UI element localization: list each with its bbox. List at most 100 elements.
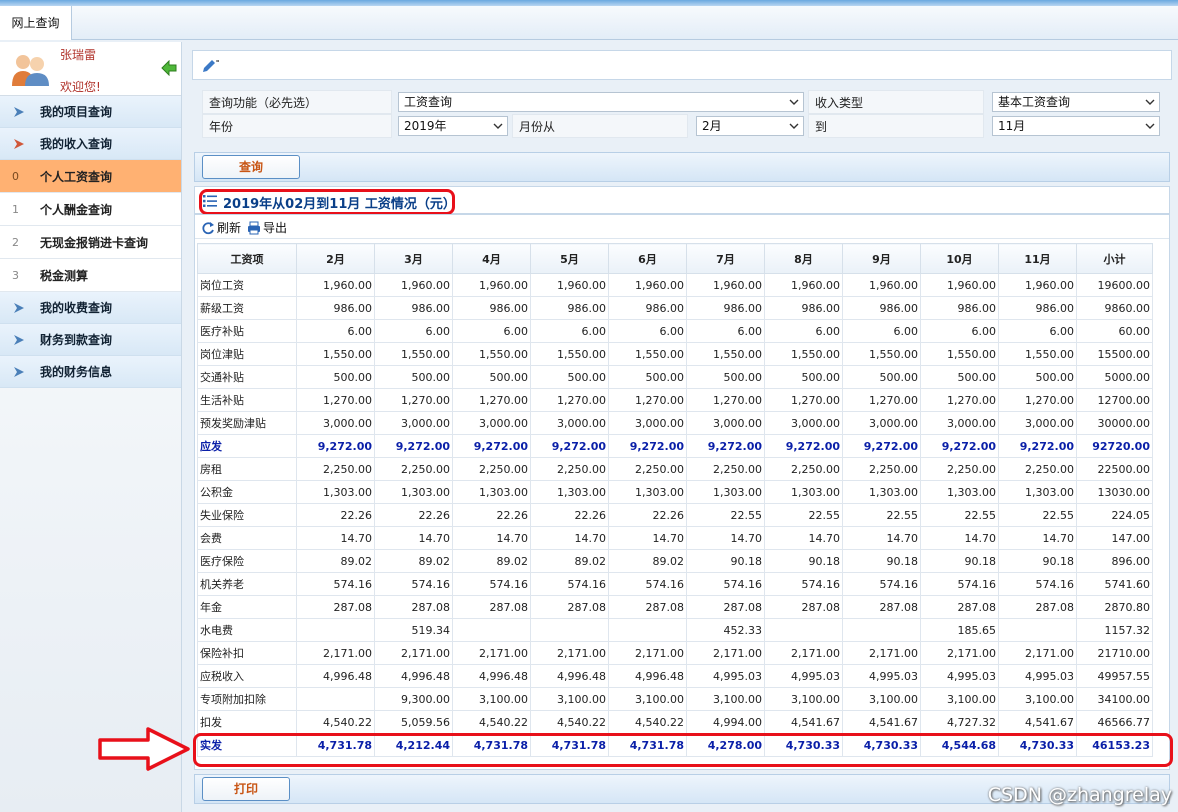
table-row[interactable]: 保险补扣 2,171.00 2,171.00 2,171.00 2,171.00 2,17… [197, 641, 1153, 665]
column-header[interactable]: 8月 [764, 243, 843, 274]
table-body: 岗位工资 1,960.00 1,960.00 1,960.00 1,960.00 1,96… [197, 273, 1153, 757]
nav-list: 我的项目查询 我的收入查询 0 个人工资查询 1 个人酬金查询 2 无现金报销进卡查询 3 税金测… [0, 96, 181, 388]
table-cell: 4,995.03 [842, 664, 921, 688]
print-button[interactable]: 打印 [202, 777, 290, 801]
table-cell: 4,540.22 [452, 710, 531, 734]
table-cell: 986.00 [452, 296, 531, 320]
table-cell: 22.26 [530, 503, 609, 527]
column-header[interactable]: 小计 [1076, 243, 1153, 274]
table-cell: 4,996.48 [296, 664, 375, 688]
table-row[interactable]: 扣发 4,540.22 5,059.56 4,540.22 4,540.22 4,540.… [197, 710, 1153, 734]
column-header[interactable]: 11月 [998, 243, 1077, 274]
table-row[interactable]: 水电费 519.34 452.33 185.65 1157.32 [197, 618, 1153, 642]
table-cell: 500.00 [998, 365, 1077, 389]
table-row[interactable]: 会费 14.70 14.70 14.70 14.70 14.70 14.70 14.70 14.… [197, 526, 1153, 550]
table-row[interactable]: 交通补贴 500.00 500.00 500.00 500.00 500.00 500.00… [197, 365, 1153, 389]
column-header[interactable]: 4月 [452, 243, 531, 274]
form-row-period: 年份 2019年 月份从 2月 到 11月 [202, 114, 1162, 138]
table-row[interactable]: 岗位工资 1,960.00 1,960.00 1,960.00 1,960.00 1,96… [197, 273, 1153, 297]
table-cell: 22.26 [296, 503, 375, 527]
table-row[interactable]: 医疗保险 89.02 89.02 89.02 89.02 89.02 90.18 90.18 9… [197, 549, 1153, 573]
table-row[interactable]: 预发奖励津贴 3,000.00 3,000.00 3,000.00 3,000.00 3,… [197, 411, 1153, 435]
table-cell: 9,272.00 [998, 434, 1077, 458]
table-row[interactable]: 公积金 1,303.00 1,303.00 1,303.00 1,303.00 1,303… [197, 480, 1153, 504]
table-cell: 22.55 [920, 503, 999, 527]
table-cell: 2,171.00 [764, 641, 843, 665]
table-cell: 2,250.00 [842, 457, 921, 481]
export-button[interactable]: 导出 [247, 219, 287, 236]
table-cell: 287.08 [764, 595, 843, 619]
row-item-name: 专项附加扣除 [197, 687, 297, 711]
table-cell: 986.00 [764, 296, 843, 320]
table-cell: 1,960.00 [530, 273, 609, 297]
column-header[interactable]: 2月 [296, 243, 375, 274]
table-cell: 287.08 [920, 595, 999, 619]
column-header[interactable]: 7月 [686, 243, 765, 274]
sidebar-sub-item-label: 个人工资查询 [40, 169, 113, 184]
table-cell: 3,000.00 [608, 411, 687, 435]
table-cell: 519.34 [374, 618, 453, 642]
table-cell: 500.00 [296, 365, 375, 389]
table-cell: 2,250.00 [608, 457, 687, 481]
income-type-select[interactable]: 基本工资查询 [992, 92, 1160, 112]
table-row[interactable]: 专项附加扣除 9,300.00 3,100.00 3,100.00 3,100.00 3,… [197, 687, 1153, 711]
sidebar-nav-item[interactable]: 我的收费查询 [0, 292, 181, 324]
column-header[interactable]: 9月 [842, 243, 921, 274]
table-cell: 185.65 [920, 618, 999, 642]
pencil-icon[interactable] [201, 58, 219, 74]
sidebar-nav-item[interactable]: 我的收入查询 [0, 128, 181, 160]
table-row[interactable]: 失业保险 22.26 22.26 22.26 22.26 22.26 22.55 22.55 2… [197, 503, 1153, 527]
sidebar-nav-item[interactable]: 财务到款查询 [0, 324, 181, 356]
table-row[interactable]: 应税收入 4,996.48 4,996.48 4,996.48 4,996.48 4,99… [197, 664, 1153, 688]
table-row[interactable]: 薪级工资 986.00 986.00 986.00 986.00 986.00 986.00… [197, 296, 1153, 320]
table-cell: 147.00 [1076, 526, 1153, 550]
table-cell: 90.18 [686, 549, 765, 573]
sidebar-sub-item-number: 0 [12, 169, 19, 183]
user-name: 张瑞雷 [60, 48, 97, 62]
table-cell: 986.00 [374, 296, 453, 320]
table-row[interactable]: 医疗补贴 6.00 6.00 6.00 6.00 6.00 6.00 6.00 6.00 6.00… [197, 319, 1153, 343]
table-row[interactable]: 机关养老 574.16 574.16 574.16 574.16 574.16 574.16… [197, 572, 1153, 596]
function-select[interactable]: 工资查询 [398, 92, 804, 112]
table-cell: 986.00 [686, 296, 765, 320]
row-item-name: 扣发 [197, 710, 297, 734]
table-cell: 1,303.00 [296, 480, 375, 504]
table-cell: 2,171.00 [374, 641, 453, 665]
table-cell: 1,270.00 [452, 388, 531, 412]
sidebar-sub-item[interactable]: 1 个人酬金查询 [0, 193, 181, 226]
table-row[interactable]: 岗位津贴 1,550.00 1,550.00 1,550.00 1,550.00 1,55… [197, 342, 1153, 366]
sidebar-nav-item[interactable]: 我的项目查询 [0, 96, 181, 128]
sidebar-sub-item[interactable]: 0 个人工资查询 [0, 160, 181, 193]
row-item-name: 应发 [197, 434, 297, 458]
query-button[interactable]: 查询 [202, 155, 300, 179]
table-row[interactable]: 年金 287.08 287.08 287.08 287.08 287.08 287.08 28… [197, 595, 1153, 619]
table-cell: 4,540.22 [608, 710, 687, 734]
sidebar-sub-item-label: 个人酬金查询 [40, 202, 113, 217]
table-cell: 22500.00 [1076, 457, 1153, 481]
column-header[interactable]: 3月 [374, 243, 453, 274]
sidebar-nav-item[interactable]: 我的财务信息 [0, 356, 181, 388]
column-header[interactable]: 10月 [920, 243, 999, 274]
column-header[interactable]: 工资项 [197, 243, 297, 274]
table-row[interactable]: 生活补贴 1,270.00 1,270.00 1,270.00 1,270.00 1,27… [197, 388, 1153, 412]
tab-strip: 网上查询 [0, 6, 1178, 40]
month-to-select[interactable]: 11月 [992, 116, 1160, 136]
tab-online-query[interactable]: 网上查询 [0, 6, 72, 40]
table-cell: 986.00 [296, 296, 375, 320]
column-header[interactable]: 6月 [608, 243, 687, 274]
row-item-name: 预发奖励津贴 [197, 411, 297, 435]
column-header[interactable]: 5月 [530, 243, 609, 274]
month-from-select[interactable]: 2月 [696, 116, 804, 136]
table-row[interactable]: 应发 9,272.00 9,272.00 9,272.00 9,272.00 9,272.… [197, 434, 1153, 458]
refresh-button[interactable]: 刷新 [201, 219, 241, 236]
collapse-arrow-icon[interactable] [161, 60, 177, 76]
sidebar-sub-item[interactable]: 2 无现金报销进卡查询 [0, 226, 181, 259]
table-cell: 1,303.00 [920, 480, 999, 504]
table-cell: 14.70 [998, 526, 1077, 550]
table-cell: 1,550.00 [686, 342, 765, 366]
table-cell: 1,270.00 [374, 388, 453, 412]
year-select[interactable]: 2019年 [398, 116, 508, 136]
table-cell: 2,250.00 [374, 457, 453, 481]
table-row[interactable]: 房租 2,250.00 2,250.00 2,250.00 2,250.00 2,250.… [197, 457, 1153, 481]
sidebar-sub-item[interactable]: 3 税金测算 [0, 259, 181, 292]
